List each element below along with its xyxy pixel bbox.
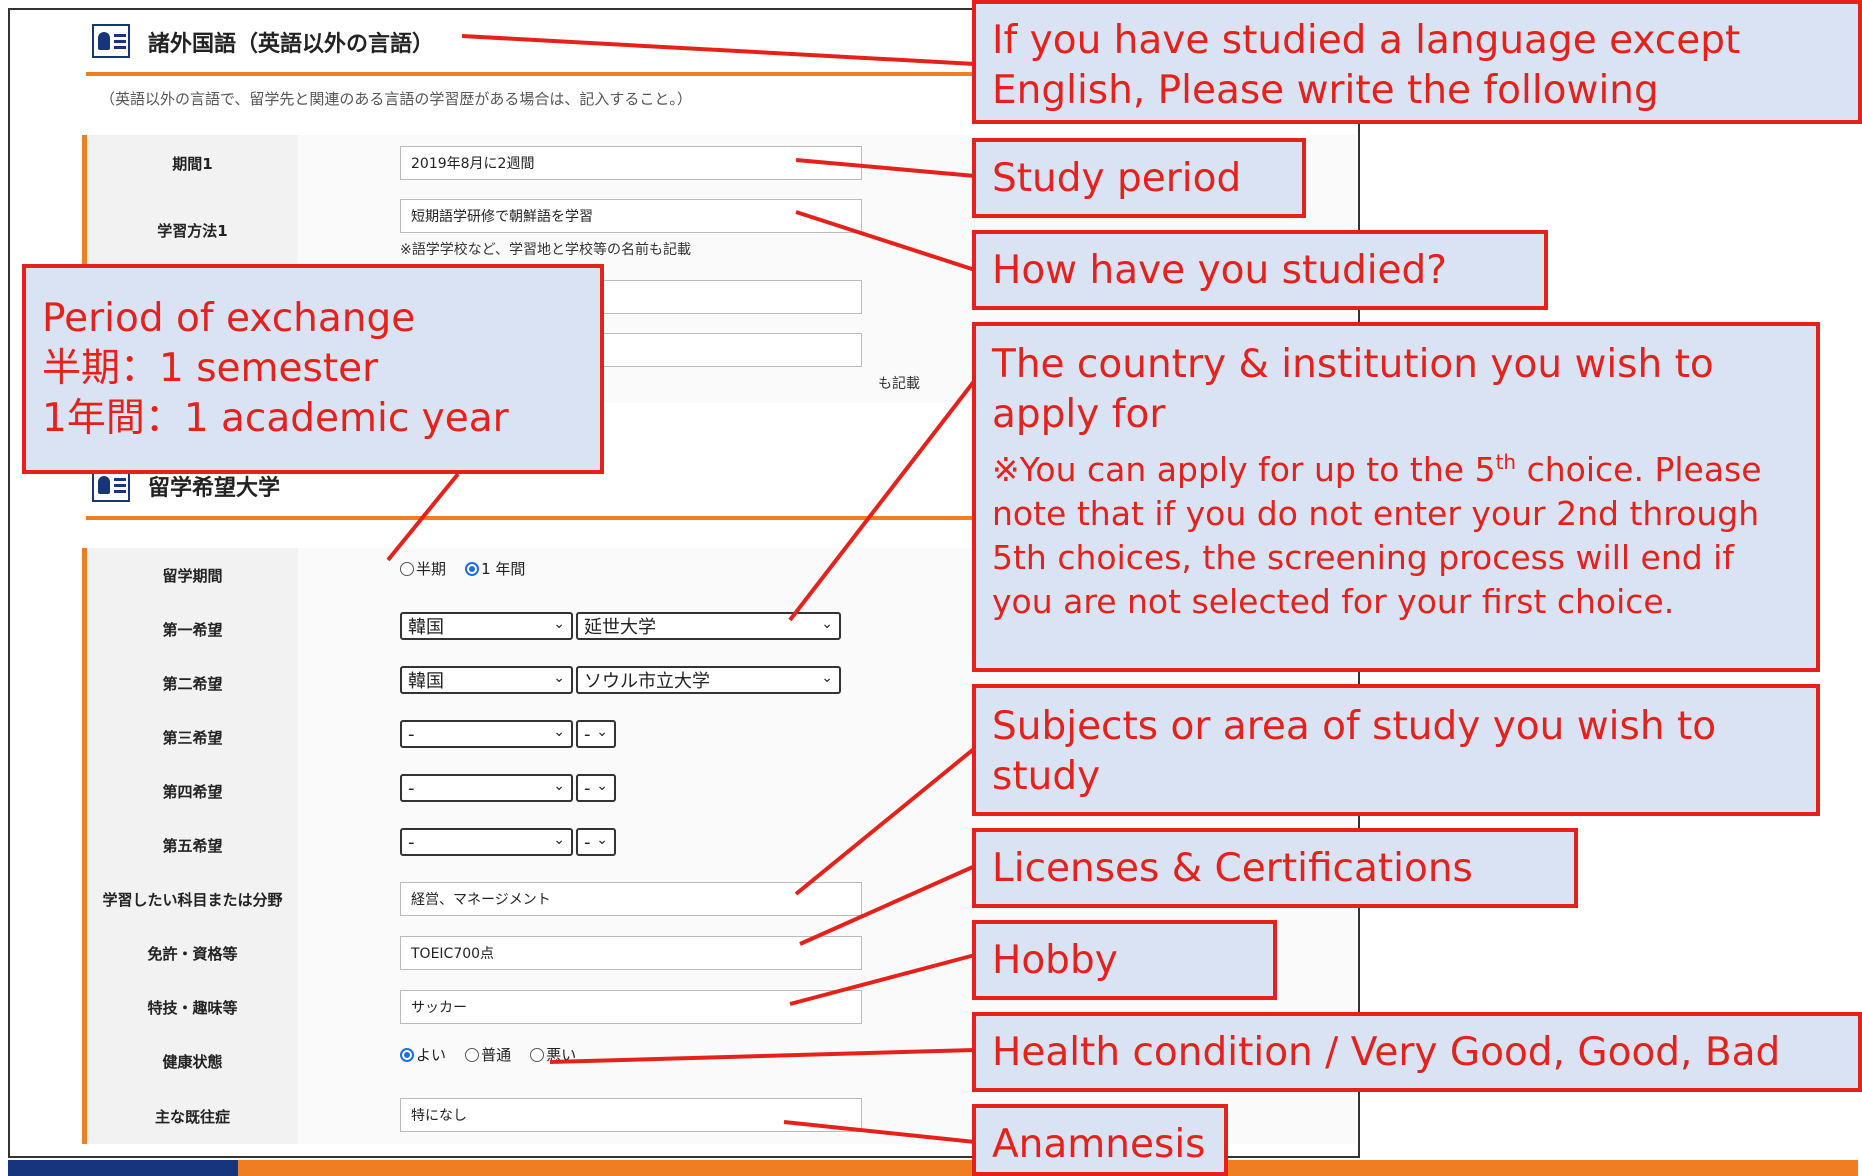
callout-health: Health condition / Very Good, Good, Bad — [972, 1012, 1862, 1092]
callout-how-studied: How have you studied? — [972, 230, 1548, 310]
callout-study-period: Study period — [972, 138, 1306, 218]
callout-language: If you have studied a language except En… — [972, 0, 1862, 124]
callout-anamnesis: Anamnesis — [972, 1104, 1228, 1176]
callout-country-institution: The country & institution you wish to ap… — [972, 322, 1820, 672]
callout-subjects: Subjects or area of study you wish to st… — [972, 684, 1820, 816]
callout-exchange-period: Period of exchange 半期：1 semester 1年間：1 a… — [22, 264, 604, 474]
callout-licenses: Licenses & Certifications — [972, 828, 1578, 908]
callout-hobby: Hobby — [972, 920, 1277, 1000]
